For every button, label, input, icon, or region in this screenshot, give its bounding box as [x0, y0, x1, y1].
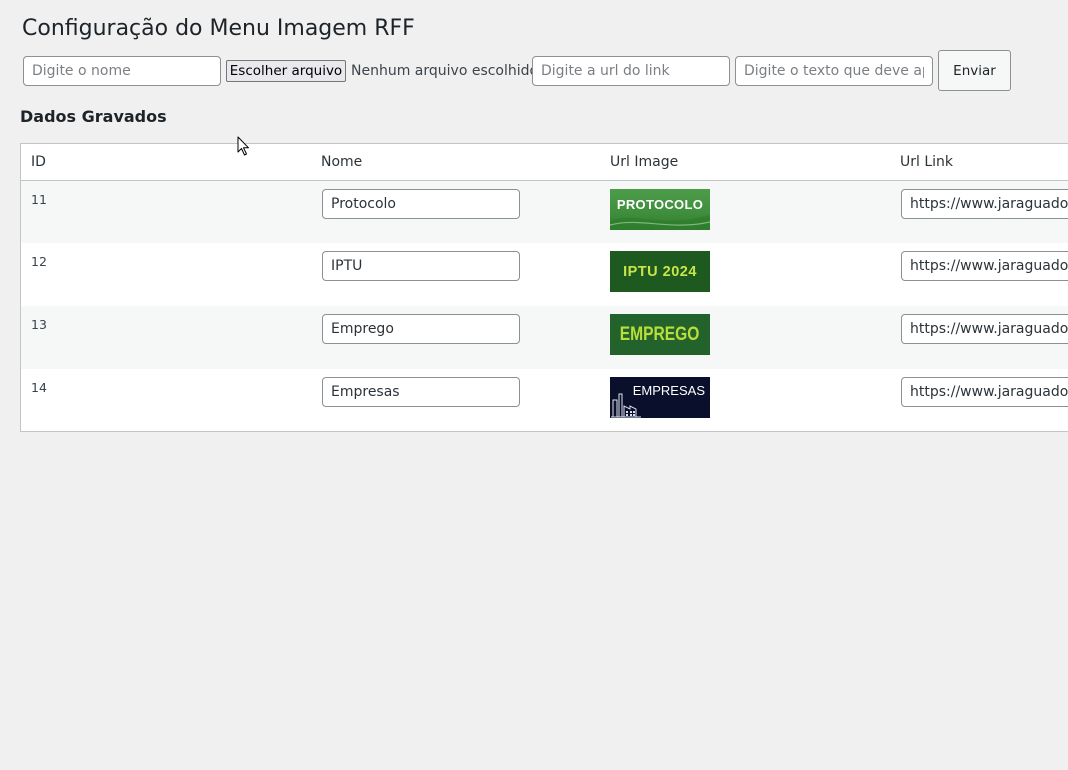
table-row: 13 EMPREGO: [21, 306, 1068, 369]
link-url-input[interactable]: [532, 56, 730, 86]
row-link-input[interactable]: [901, 188, 1068, 219]
thumbnail-label: PROTOCOLO: [616, 196, 704, 212]
submit-button[interactable]: Enviar: [938, 50, 1011, 91]
row-image-thumbnail: IPTU 2024: [610, 251, 710, 292]
page-title: Configuração do Menu Imagem RFF: [22, 16, 415, 41]
row-image-thumbnail: EMPREGO: [610, 314, 710, 355]
row-name-input[interactable]: [322, 251, 520, 281]
row-name-input[interactable]: [322, 188, 520, 219]
row-id: 13: [31, 317, 47, 332]
row-image-thumbnail: EMPRESAS: [610, 377, 710, 418]
row-id: 12: [31, 254, 47, 269]
row-id: 14: [31, 380, 47, 395]
row-link-input[interactable]: [901, 314, 1068, 344]
thumbnail-label: EMPRESAS: [632, 383, 705, 398]
add-item-form: Escolher arquivo Nenhum arquivo escolhid…: [23, 50, 1068, 91]
table-row: 12 IPTU 2024: [21, 243, 1068, 306]
column-header-nome: Nome: [311, 144, 600, 181]
row-name-input[interactable]: [322, 377, 520, 407]
saved-data-heading: Dados Gravados: [20, 107, 167, 126]
table-row: 11 PROTOCOLO: [21, 180, 1068, 243]
mouse-cursor-icon: [237, 136, 249, 156]
file-status-text: Nenhum arquivo escolhido: [351, 63, 539, 79]
thumbnail-label: IPTU 2024: [623, 263, 697, 280]
name-input[interactable]: [23, 56, 221, 86]
thumbnail-label: EMPREGO: [620, 323, 700, 345]
row-id: 11: [31, 191, 47, 207]
row-link-input[interactable]: [901, 251, 1068, 281]
row-name-input[interactable]: [322, 314, 520, 344]
column-header-url-link: Url Link: [890, 144, 1068, 181]
table-row: 14 Empresas EMPRESAS https://www.jaragua…: [21, 369, 1068, 431]
row-link-input[interactable]: [901, 377, 1068, 407]
row-image-thumbnail: PROTOCOLO: [610, 188, 710, 230]
column-header-url-image: Url Image: [600, 144, 890, 181]
display-text-input[interactable]: [735, 56, 933, 86]
choose-file-button[interactable]: Escolher arquivo: [226, 60, 346, 82]
saved-data-table: ID Nome Url Image Url Link 11 PROTOCOLO: [20, 143, 1068, 432]
column-header-id: ID: [21, 144, 311, 181]
table-header-row: ID Nome Url Image Url Link: [21, 144, 1068, 181]
